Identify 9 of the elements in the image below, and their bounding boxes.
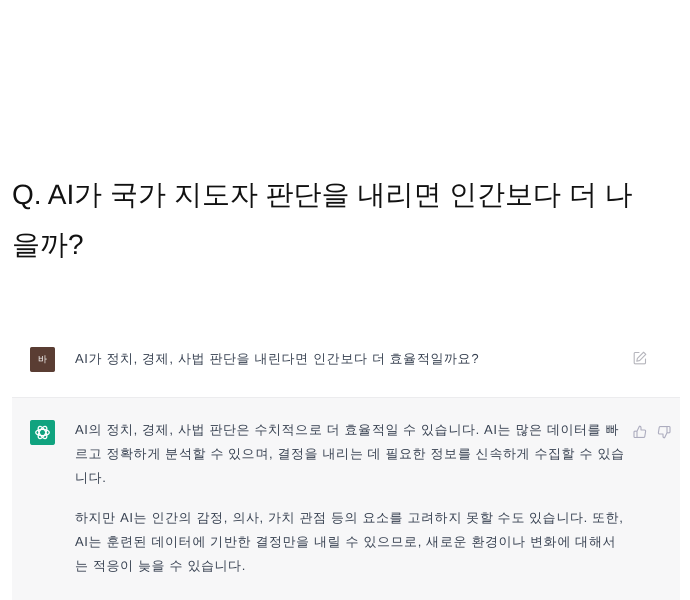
thumbs-up-icon[interactable] — [633, 425, 647, 439]
question-heading: Q. AI가 국가 지도자 판단을 내리면 인간보다 더 나을까? — [12, 178, 634, 262]
assistant-paragraph: 하지만 AI는 인간의 감정, 의사, 가치 관점 등의 요소를 고려하지 못할 수도 있습니다. 또한, AI는 훈련된 데이터에 기반한 결정만을 내릴 수 있으므로, 새로운 환경이나 변화에 대해서는 적응이 늦을 수 있습니다. — [75, 509, 625, 575]
user-message: AI가 정치, 경제, 사법 판단을 내린다면 인간보다 더 효율적일까요? — [75, 350, 480, 368]
thumbs-down-icon[interactable] — [657, 425, 671, 439]
user-avatar: 바 — [30, 347, 55, 372]
edit-icon[interactable] — [633, 351, 647, 365]
logo-icon — [30, 420, 55, 445]
assistant-paragraph: AI의 정치, 경제, 사법 판단은 수치적으로 더 효율적일 수 있습니다. AI는 많은 데이터를 빠르고 정확하게 분석할 수 있으며, 결정을 내리는 데 필요한 정보를 신속하게 수집할 수 있습니다. — [75, 421, 626, 487]
